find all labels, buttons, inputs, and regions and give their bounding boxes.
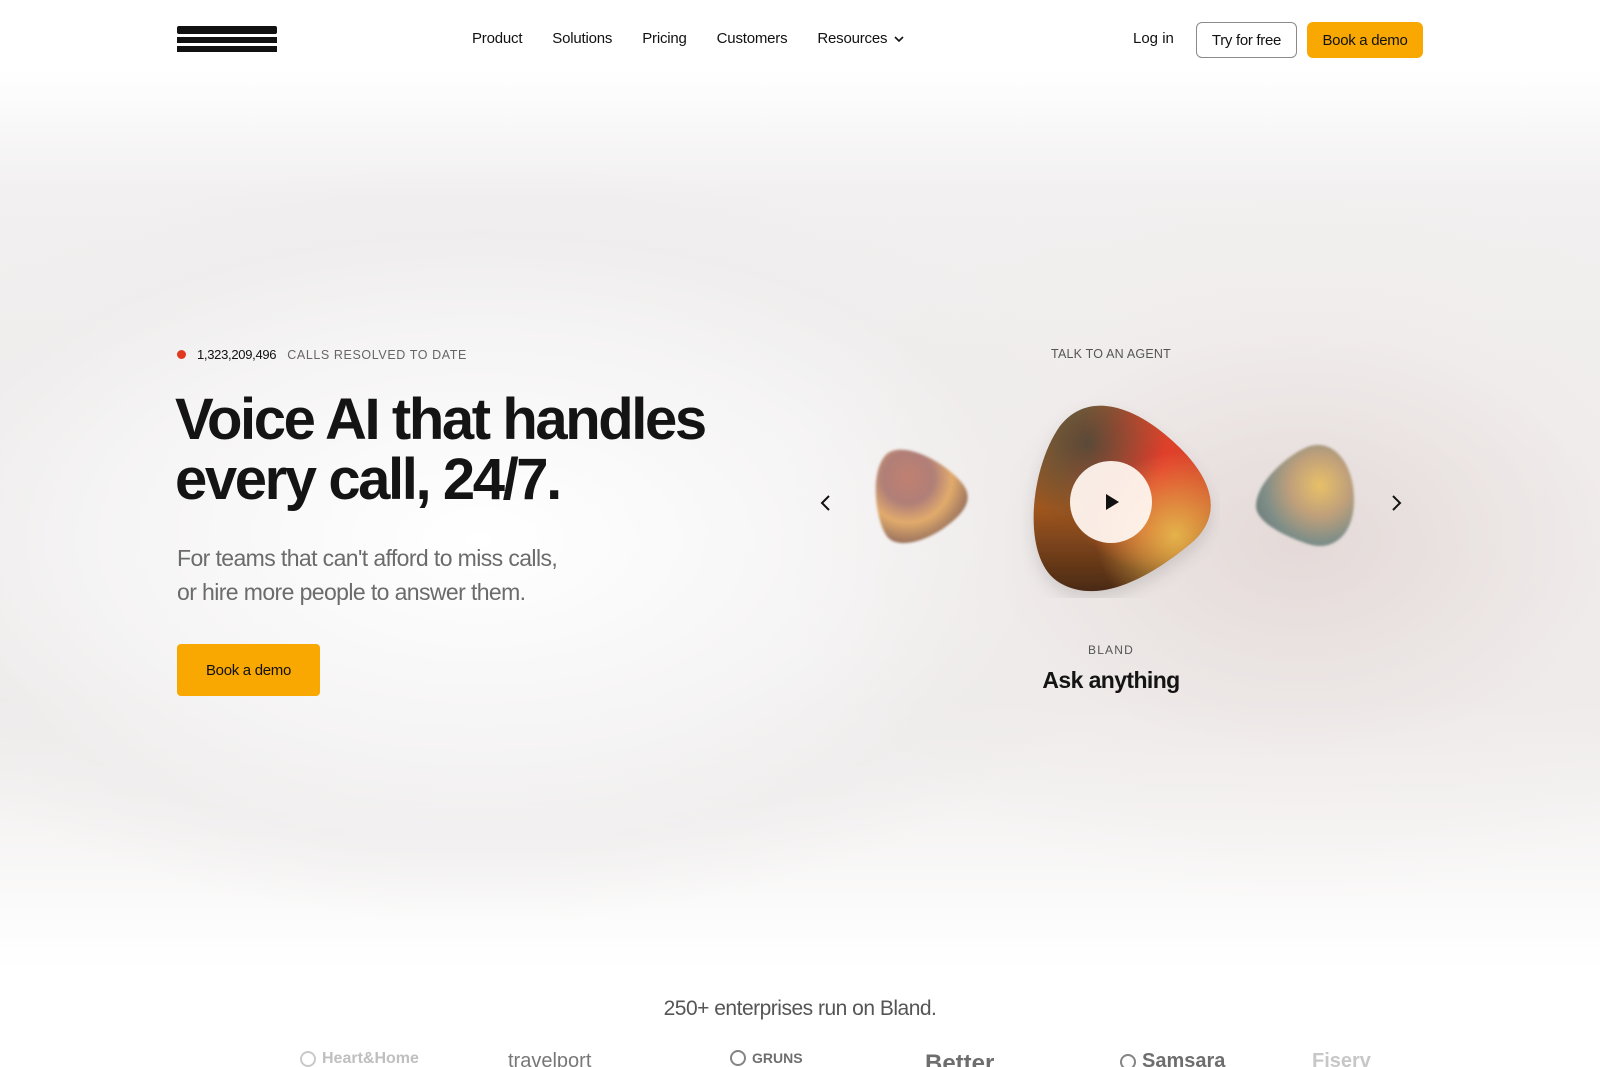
nav-link-resources-label: Resources [817, 30, 888, 47]
customer-logo-strip: Heart&Home travelport GRUNS Better Samsa… [0, 1050, 1600, 1067]
login-link[interactable]: Log in [1133, 30, 1174, 47]
nav-link-solutions[interactable]: Solutions [552, 30, 612, 47]
customer-logo-text: GRUNS [752, 1050, 803, 1066]
customer-logo: Samsara [1120, 1050, 1225, 1067]
nav-link-product[interactable]: Product [472, 30, 522, 47]
customer-logo-text: Heart&Home [322, 1050, 419, 1067]
customer-logo-text: Samsara [1142, 1050, 1226, 1067]
nav-link-pricing[interactable]: Pricing [642, 30, 687, 47]
nav-link-resources[interactable]: Resources [817, 30, 905, 47]
agent-avatar-next[interactable] [1250, 440, 1360, 554]
nav-links: Product Solutions Pricing Customers Reso… [472, 30, 935, 47]
bland-logo[interactable] [177, 26, 277, 54]
calls-count: 1,323,209,496 [197, 347, 277, 362]
nav-book-demo-button[interactable]: Book a demo [1307, 22, 1423, 58]
play-button[interactable] [1070, 461, 1152, 543]
calls-stat: 1,323,209,496 CALLS RESOLVED TO DATE [177, 347, 467, 362]
hero-background [0, 70, 1600, 970]
customer-logo: Heart&Home [300, 1050, 419, 1067]
customer-logo-text: Better [925, 1050, 995, 1067]
subhead-line-1: For teams that can't afford to miss call… [177, 545, 558, 571]
enterprise-count-heading: 250+ enterprises run on Bland. [663, 997, 937, 1020]
hero-book-demo-button[interactable]: Book a demo [177, 644, 320, 696]
samsara-logo-icon [1120, 1053, 1136, 1067]
nav-link-customers[interactable]: Customers [717, 30, 788, 47]
try-for-free-button[interactable]: Try for free [1196, 22, 1297, 58]
play-icon [1106, 494, 1119, 510]
headline-line-2: every call, 24/7. [175, 447, 562, 512]
customer-logo-text: Fiserv [1312, 1050, 1371, 1067]
customer-logo-text: travelport [508, 1050, 592, 1067]
customer-logo: Fiserv [1312, 1050, 1371, 1067]
calls-label: CALLS RESOLVED TO DATE [287, 347, 467, 362]
hero-subheading: For teams that can't afford to miss call… [177, 541, 647, 609]
headline-line-1: Voice AI that handles [175, 387, 707, 452]
page: Product Solutions Pricing Customers Reso… [0, 0, 1600, 1067]
chevron-left-icon[interactable] [814, 491, 838, 515]
heart-home-logo-icon [300, 1051, 316, 1067]
gruns-logo-icon [730, 1050, 746, 1066]
subhead-line-2: or hire more people to answer them. [177, 579, 526, 605]
chevron-right-icon[interactable] [1384, 491, 1408, 515]
chevron-down-icon [894, 35, 904, 42]
agent-brand-label: BLAND [1087, 643, 1134, 657]
customer-logo: travelport [508, 1050, 591, 1067]
customer-logo: GRUNS [730, 1050, 803, 1066]
top-nav: Product Solutions Pricing Customers Reso… [0, 0, 1600, 80]
agent-name: Ask anything [1042, 667, 1180, 693]
live-dot-icon [177, 350, 186, 359]
hero-headline: Voice AI that handles every call, 24/7. [175, 390, 795, 510]
agent-avatar-previous[interactable] [866, 443, 976, 553]
talk-to-agent-label: TALK TO AN AGENT [1051, 347, 1171, 361]
customer-logo: Better [925, 1050, 994, 1067]
